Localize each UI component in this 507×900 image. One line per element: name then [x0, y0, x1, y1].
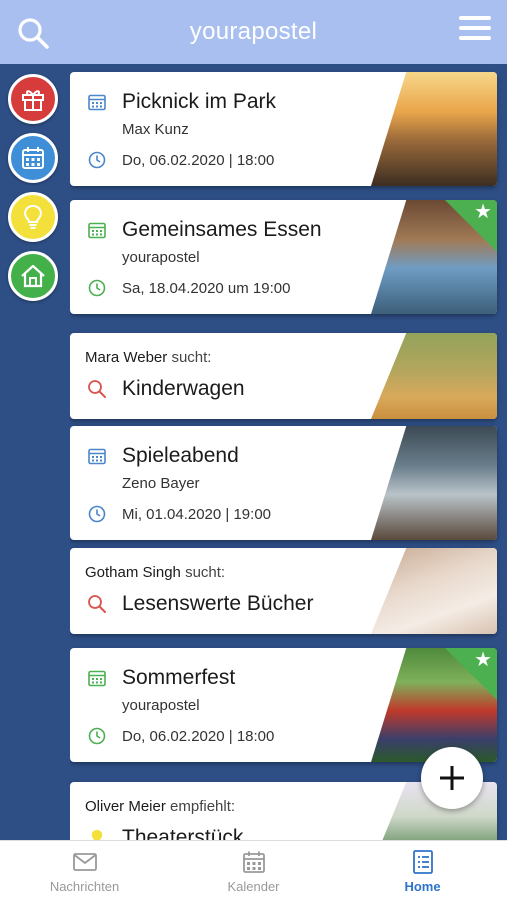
recommend-title: Theaterstück	[122, 826, 244, 840]
event-date: Do, 06.02.2020 | 18:00	[122, 152, 275, 169]
event-card[interactable]: Spieleabend Zeno Bayer Mi, 01.04.2020 | …	[70, 426, 497, 540]
event-organizer: yourapostel	[122, 697, 200, 714]
lightbulb-icon	[24, 204, 42, 229]
hamburger-menu-icon[interactable]	[459, 16, 491, 44]
lightbulb-icon	[91, 830, 103, 840]
event-photo	[371, 72, 497, 186]
tab-home[interactable]: Home	[338, 841, 507, 900]
search-card[interactable]: Gotham Singh sucht: Lesenswerte Bücher	[70, 548, 497, 634]
tab-label: Home	[404, 879, 441, 894]
clock-icon	[88, 505, 106, 523]
recommend-author: Oliver Meier empfiehlt:	[85, 798, 235, 815]
event-card[interactable]: Sommerfest yourapostel Do, 06.02.2020 | …	[70, 648, 497, 762]
tab-label: Nachrichten	[49, 879, 120, 894]
author-name: Gotham Singh	[85, 564, 181, 581]
app-header: yourapostel	[0, 0, 507, 64]
tab-label: Kalender	[227, 879, 280, 894]
bottom-navigation: Nachrichten Kalender Home	[0, 840, 507, 900]
plus-icon	[440, 766, 464, 790]
event-organizer: Zeno Bayer	[122, 475, 200, 492]
add-button[interactable]	[421, 747, 483, 809]
search-icon	[88, 595, 106, 613]
event-title: Picknick im Park	[122, 90, 277, 113]
calendar-category-button[interactable]	[8, 133, 58, 183]
search-title: Kinderwagen	[122, 377, 245, 400]
search-photo	[371, 333, 497, 419]
ideas-category-button[interactable]	[8, 192, 58, 242]
star-icon: ★	[474, 201, 492, 223]
event-card[interactable]: Gemeinsames Essen yourapostel Sa, 18.04.…	[70, 200, 497, 314]
event-title: Sommerfest	[122, 666, 236, 689]
star-icon: ★	[474, 649, 492, 671]
search-icon	[88, 380, 106, 398]
author-name: Oliver Meier	[85, 798, 166, 815]
calendar-icon	[242, 851, 265, 873]
gift-icon	[22, 90, 44, 111]
search-photo	[371, 548, 497, 634]
search-author: Mara Weber sucht:	[85, 349, 211, 366]
author-verb: empfiehlt:	[170, 798, 236, 815]
event-title: Gemeinsames Essen	[122, 218, 322, 241]
event-card[interactable]: Picknick im Park Max Kunz Do, 06.02.2020…	[70, 72, 497, 186]
search-card[interactable]: Mara Weber sucht: Kinderwagen	[70, 333, 497, 419]
mail-icon	[72, 853, 97, 871]
clock-icon	[88, 151, 106, 169]
clock-icon	[88, 727, 106, 745]
event-organizer: Max Kunz	[122, 121, 189, 138]
list-icon	[412, 850, 433, 874]
author-verb: sucht:	[185, 564, 226, 581]
event-date: Mi, 01.04.2020 | 19:00	[122, 506, 272, 523]
tab-nachrichten[interactable]: Nachrichten	[0, 841, 169, 900]
feed-list[interactable]: Picknick im Park Max Kunz Do, 06.02.2020…	[70, 64, 507, 840]
event-title: Spieleabend	[122, 444, 239, 467]
calendar-icon	[88, 94, 106, 111]
app-title: yourapostel	[189, 18, 318, 45]
event-photo	[371, 426, 497, 540]
home-icon	[21, 264, 45, 288]
calendar-icon	[88, 222, 106, 239]
calendar-icon	[88, 670, 106, 687]
tab-kalender[interactable]: Kalender	[169, 841, 338, 900]
event-date: Sa, 18.04.2020 um 19:00	[122, 280, 291, 297]
search-title: Lesenswerte Bücher	[122, 592, 314, 615]
event-organizer: yourapostel	[122, 249, 200, 266]
clock-icon	[88, 279, 106, 297]
event-date: Do, 06.02.2020 | 18:00	[122, 728, 275, 745]
calendar-icon	[22, 147, 44, 169]
gift-category-button[interactable]	[8, 74, 58, 124]
category-sidebar	[0, 64, 66, 840]
search-author: Gotham Singh sucht:	[85, 564, 225, 581]
calendar-icon	[88, 448, 106, 465]
author-name: Mara Weber	[85, 349, 168, 366]
home-category-button[interactable]	[8, 251, 58, 301]
author-verb: sucht:	[171, 349, 212, 366]
